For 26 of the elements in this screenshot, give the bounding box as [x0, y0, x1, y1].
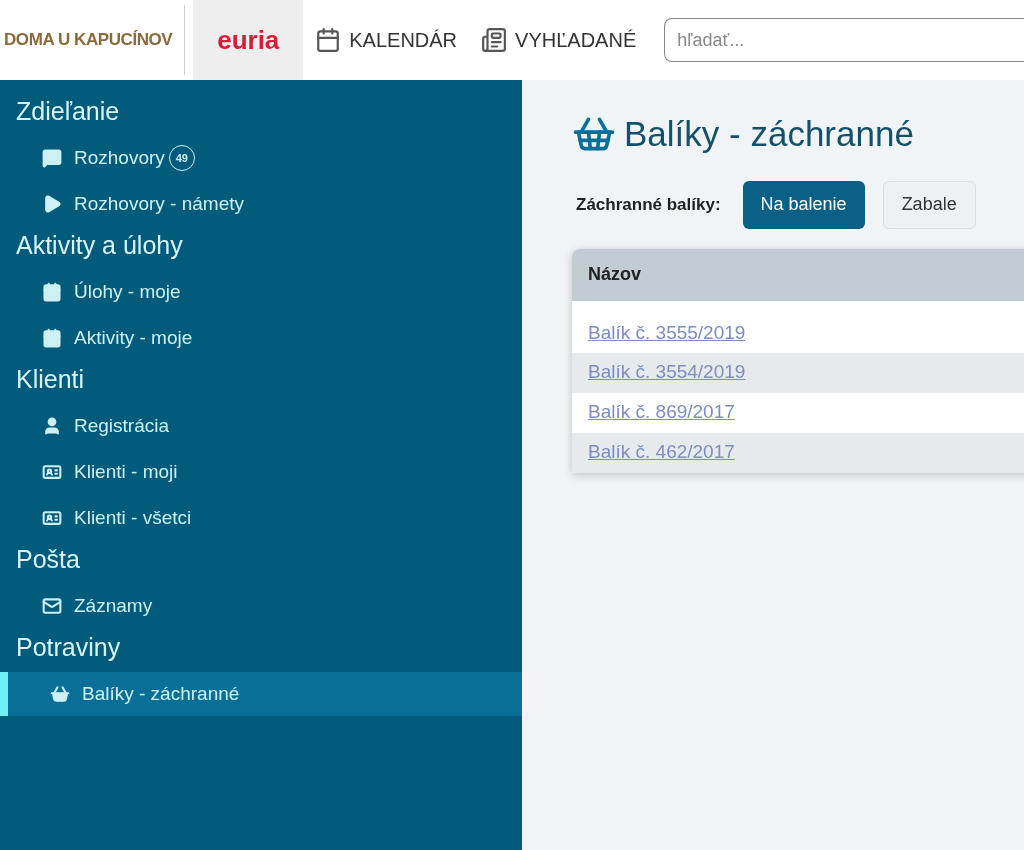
section-title: Klienti [15, 364, 86, 395]
nav-link[interactable]: VYHĽADANÉ [469, 0, 649, 80]
filter-button[interactable]: Zabale [882, 180, 976, 229]
sidebar-item[interactable]: Klienti - moji [0, 450, 522, 494]
filter-label: Záchranné balíky: [576, 193, 721, 216]
package-link[interactable]: Balík č. 869/2017 [588, 398, 735, 427]
filter-button[interactable]: Na balenie [742, 180, 865, 229]
section-title: Zdieľanie [15, 96, 121, 127]
sidebar-item[interactable]: Registrácia [0, 404, 522, 448]
section-title: Aktivity a úlohy [15, 230, 184, 261]
sidebar-item[interactable]: Záznamy [0, 584, 522, 628]
page-title: Balíky - záchranné [624, 113, 914, 155]
sidebar-item[interactable]: Balíky - záchranné [0, 672, 522, 716]
search-field[interactable]: hľadať... [664, 18, 1024, 62]
section-title: Pošta [15, 544, 81, 575]
sidebar-item[interactable]: Klienti - všetci [0, 496, 522, 540]
section-title: Potraviny [15, 632, 122, 663]
package-link[interactable]: Balík č. 3555/2019 [588, 319, 746, 348]
sidebar-item[interactable]: Rozhovory - námety [0, 182, 522, 226]
logo-link[interactable]: euria [193, 0, 304, 80]
nav-link[interactable]: KALENDÁR [303, 0, 470, 80]
column-header: Názov [572, 248, 1024, 301]
sidebar-item[interactable]: Úlohy - moje [0, 270, 522, 314]
sidebar-item[interactable]: Rozhovory 49 [0, 136, 522, 180]
sidebar-item[interactable]: Aktivity - moje [0, 316, 522, 360]
brand-name: DOMA U KAPUCÍNOV [3, 29, 174, 52]
